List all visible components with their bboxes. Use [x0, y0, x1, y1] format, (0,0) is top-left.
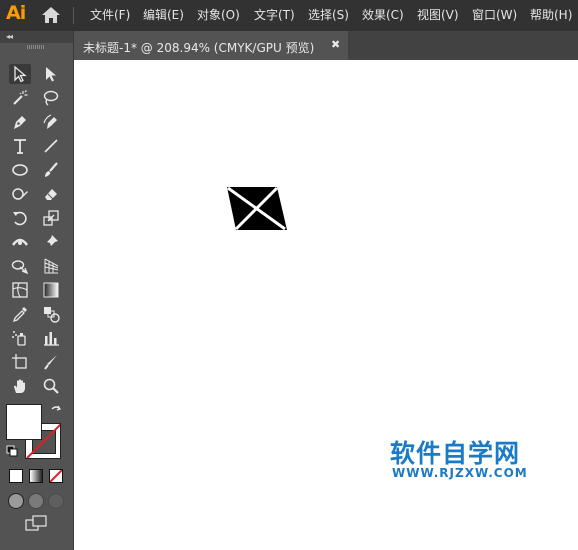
paintbrush-icon — [45, 162, 58, 177]
watermark-url: WWW.RJZXW.COM — [392, 466, 528, 480]
color-mode-button[interactable] — [9, 469, 23, 483]
perspective-grid-icon — [44, 258, 59, 274]
menu-edit[interactable]: 编辑(E) — [143, 8, 184, 22]
none-mode-button[interactable] — [49, 469, 63, 483]
artboard-canvas[interactable]: 软件自学网 WWW.RJZXW.COM — [74, 60, 578, 550]
watermark-title: 软件自学网 — [390, 439, 521, 468]
scale-icon — [43, 210, 59, 226]
width-icon — [12, 238, 28, 246]
menu-bar: Ai 文件(F) 编辑(E) 对象(O) 文字(T) 选择(S) 效果(C) 视… — [0, 0, 578, 31]
magic-wand-icon — [13, 90, 28, 105]
draw-behind-icon[interactable] — [28, 493, 44, 509]
screen-mode-icon[interactable] — [25, 515, 47, 531]
lasso-tool[interactable] — [40, 88, 62, 108]
fill-swatch[interactable] — [6, 404, 42, 440]
default-fill-stroke-icon[interactable] — [6, 445, 18, 457]
direct-selection-tool[interactable] — [40, 64, 62, 84]
pen-icon — [14, 116, 26, 129]
close-icon[interactable]: ✖ — [331, 38, 340, 51]
artboard-icon — [12, 354, 27, 369]
mesh-tool[interactable] — [9, 280, 31, 300]
direct-selection-arrow-icon — [46, 67, 56, 82]
envelope-artwork[interactable] — [227, 186, 289, 232]
scale-tool[interactable] — [40, 208, 62, 228]
ellipse-icon — [12, 164, 28, 176]
eraser-icon — [45, 189, 57, 200]
eyedropper-icon — [12, 307, 27, 323]
gradient-tool[interactable] — [40, 280, 62, 300]
perspective-grid-tool[interactable] — [40, 256, 62, 276]
document-tab-label: 未标题-1* @ 208.94% (CMYK/GPU 预览) — [83, 41, 315, 55]
blend-tool[interactable] — [40, 304, 62, 324]
shape-builder-tool[interactable] — [9, 256, 31, 276]
menu-object[interactable]: 对象(O) — [197, 8, 240, 22]
curvature-tool[interactable] — [40, 112, 62, 132]
selection-tool[interactable] — [9, 64, 31, 84]
symbol-sprayer-tool[interactable] — [9, 328, 31, 348]
type-tool[interactable] — [9, 136, 31, 156]
gradient-icon — [43, 282, 59, 298]
tools-panel: ◂◂ — [0, 31, 74, 550]
draw-normal-icon[interactable] — [8, 493, 24, 509]
menu-view[interactable]: 视图(V) — [417, 8, 459, 22]
blend-icon — [44, 307, 60, 323]
line-segment-icon — [44, 139, 58, 153]
zoom-icon — [43, 378, 59, 394]
eyedropper-tool[interactable] — [9, 304, 31, 324]
column-graph-icon — [44, 332, 59, 346]
column-graph-tool[interactable] — [40, 328, 62, 348]
type-icon — [14, 139, 26, 154]
menu-help[interactable]: 帮助(H) — [530, 8, 572, 22]
draw-inside-icon[interactable] — [48, 493, 64, 509]
hand-tool[interactable] — [9, 376, 31, 396]
collapse-panel-icon[interactable]: ◂◂ — [6, 32, 13, 41]
menu-file[interactable]: 文件(F) — [90, 8, 130, 22]
magic-wand-tool[interactable] — [9, 88, 31, 108]
app-logo: Ai — [6, 2, 26, 24]
tools-panel-header: ◂◂ — [0, 31, 73, 43]
document-tab-bar: 未标题-1* @ 208.94% (CMYK/GPU 预览) ✖ — [74, 31, 578, 60]
artboard-tool[interactable] — [9, 352, 31, 372]
puppet-warp-tool[interactable] — [40, 232, 62, 252]
line-segment-tool[interactable] — [40, 136, 62, 156]
symbol-sprayer-icon — [12, 331, 26, 346]
menu-type[interactable]: 文字(T) — [254, 8, 295, 22]
pin-icon — [45, 235, 58, 248]
width-tool[interactable] — [9, 232, 31, 252]
panel-grip[interactable] — [27, 45, 45, 49]
shaper-icon — [12, 188, 28, 200]
menu-select[interactable]: 选择(S) — [308, 8, 349, 22]
slice-icon — [44, 355, 57, 370]
eraser-tool[interactable] — [40, 184, 62, 204]
curvature-pen-icon — [43, 114, 57, 129]
ellipse-tool[interactable] — [9, 160, 31, 180]
lasso-icon — [43, 90, 59, 106]
mesh-icon — [12, 282, 28, 298]
pen-tool[interactable] — [9, 112, 31, 132]
menu-effect[interactable]: 效果(C) — [362, 8, 404, 22]
menu-separator — [73, 7, 74, 24]
paintbrush-tool[interactable] — [40, 160, 62, 180]
shape-builder-icon — [11, 260, 29, 275]
rotate-tool[interactable] — [9, 208, 31, 228]
shaper-tool[interactable] — [9, 184, 31, 204]
menu-window[interactable]: 窗口(W) — [472, 8, 517, 22]
rotate-icon — [13, 211, 27, 226]
selection-arrow-icon — [14, 65, 27, 83]
slice-tool[interactable] — [40, 352, 62, 372]
home-icon[interactable] — [40, 6, 62, 24]
swap-fill-stroke-icon[interactable] — [50, 405, 62, 417]
gradient-mode-button[interactable] — [29, 469, 43, 483]
zoom-tool[interactable] — [40, 376, 62, 396]
document-tab[interactable]: 未标题-1* @ 208.94% (CMYK/GPU 预览) ✖ — [74, 31, 348, 60]
hand-icon — [14, 379, 25, 393]
